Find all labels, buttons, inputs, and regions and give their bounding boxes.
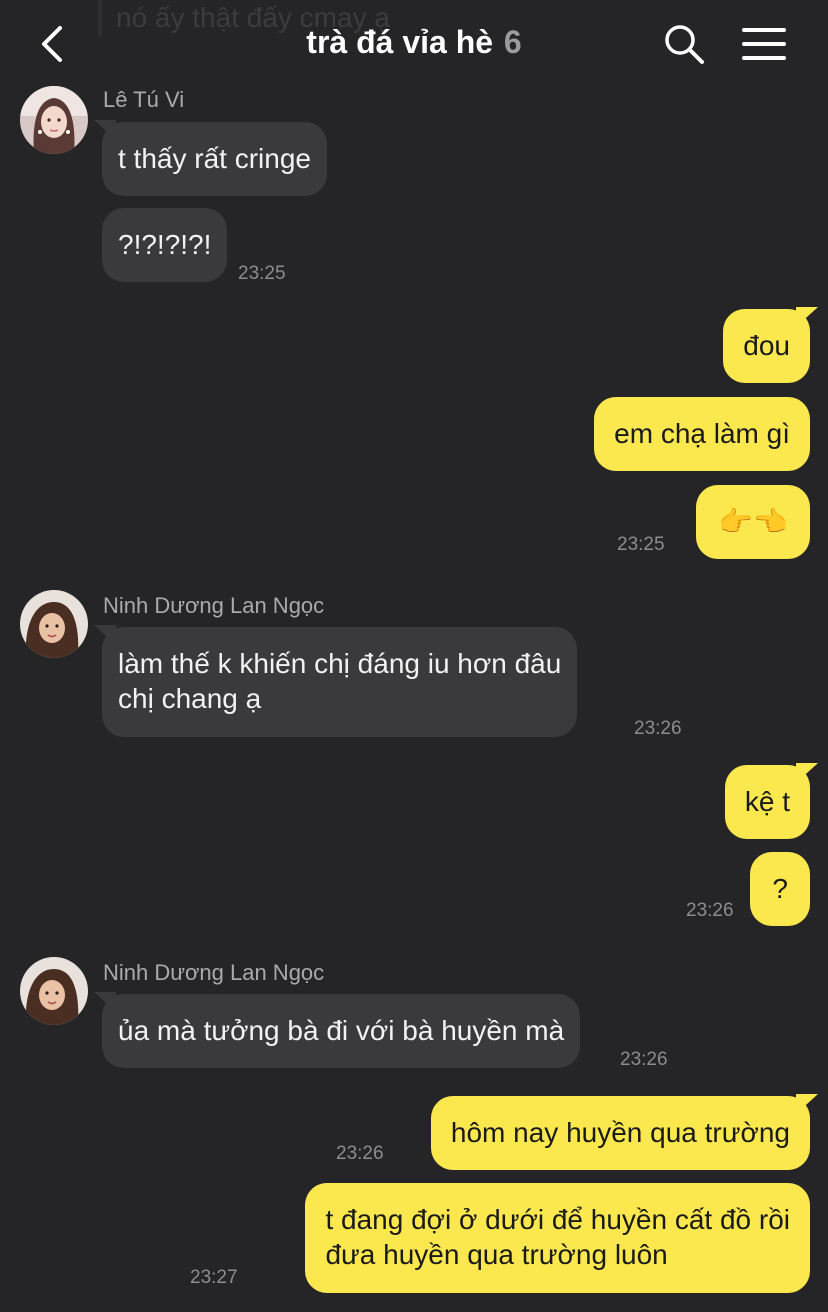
hamburger-menu-icon — [742, 28, 786, 60]
outgoing-message[interactable]: ? — [750, 852, 810, 926]
avatar-image — [20, 957, 88, 1025]
message-text-line: t đang đợi ở dưới để huyền cất đồ rồi — [325, 1204, 790, 1235]
message-text-line: làm thế k khiến chị đáng iu hơn đâu — [118, 648, 562, 679]
avatar-image — [20, 590, 88, 658]
sender-name: Ninh Dương Lan Ngọc — [103, 960, 325, 985]
chat-header: nó ấy thật đấy cmay ạ trà đá vỉa hè 6 — [0, 0, 828, 88]
message-timestamp: 23:25 — [238, 263, 286, 284]
sender-name: Lê Tú Vi — [103, 87, 185, 112]
message-emoji: 👉👈 — [718, 506, 788, 537]
message-text-line: chị chang ạ — [118, 683, 262, 714]
bubble-tail — [94, 992, 116, 1012]
sender-name: Ninh Dương Lan Ngọc — [103, 593, 325, 618]
incoming-message[interactable]: ?!?!?!?! — [102, 208, 228, 282]
member-count: 6 — [503, 24, 522, 60]
outgoing-message[interactable]: hôm nay huyền qua trường — [430, 1094, 818, 1170]
outgoing-message[interactable]: đou — [723, 307, 818, 383]
message-timestamp: 23:26 — [634, 718, 682, 739]
bubble-tail — [796, 1094, 818, 1114]
message-timestamp: 23:27 — [190, 1267, 238, 1288]
bubble-tail — [94, 625, 116, 645]
incoming-message[interactable]: t thấy rất cringe — [94, 120, 327, 196]
search-button[interactable] — [662, 22, 706, 66]
group-name: trà đá vỉa hè — [306, 24, 494, 60]
message-timestamp: 23:25 — [617, 534, 665, 555]
message-text: hôm nay huyền qua trường — [450, 1117, 790, 1148]
incoming-message[interactable]: làm thế k khiến chị đáng iu hơn đâu chị … — [94, 625, 578, 737]
search-icon — [665, 25, 704, 64]
incoming-message[interactable]: ủa mà tưởng bà đi với bà huyền mà — [94, 992, 581, 1068]
avatar-image — [20, 86, 88, 154]
outgoing-message[interactable]: 👉👈 — [696, 485, 810, 559]
avatar-ninh-duong-lan-ngoc[interactable] — [20, 590, 88, 658]
message-text-line: đưa huyền qua trường luôn — [325, 1239, 668, 1270]
avatar-le-tu-vi[interactable] — [20, 86, 88, 154]
message-timestamp: 23:26 — [336, 1143, 384, 1164]
message-text: đou — [743, 330, 790, 361]
message-text: kệ t — [744, 786, 790, 817]
menu-button[interactable] — [740, 24, 788, 64]
chat-screen: nó ấy thật đấy cmay ạ trà đá vỉa hè 6 Lê… — [0, 0, 828, 1312]
outgoing-message[interactable]: kệ t — [724, 763, 818, 839]
message-text: ủa mà tưởng bà đi với bà huyền mà — [118, 1015, 565, 1046]
message-text: ?!?!?!?! — [118, 229, 212, 260]
message-timestamp: 23:26 — [686, 900, 734, 921]
avatar-ninh-duong-lan-ngoc[interactable] — [20, 957, 88, 1025]
outgoing-message[interactable]: t đang đợi ở dưới để huyền cất đồ rồi đư… — [305, 1183, 810, 1293]
bubble-tail — [796, 763, 818, 783]
message-text: em chạ làm gì — [614, 418, 790, 449]
bubble-tail — [94, 120, 116, 140]
message-text: t thấy rất cringe — [118, 143, 311, 174]
bubble-tail — [796, 307, 818, 327]
outgoing-message[interactable]: em chạ làm gì — [594, 397, 810, 471]
message-text: ? — [772, 873, 788, 904]
message-timestamp: 23:26 — [620, 1049, 668, 1070]
